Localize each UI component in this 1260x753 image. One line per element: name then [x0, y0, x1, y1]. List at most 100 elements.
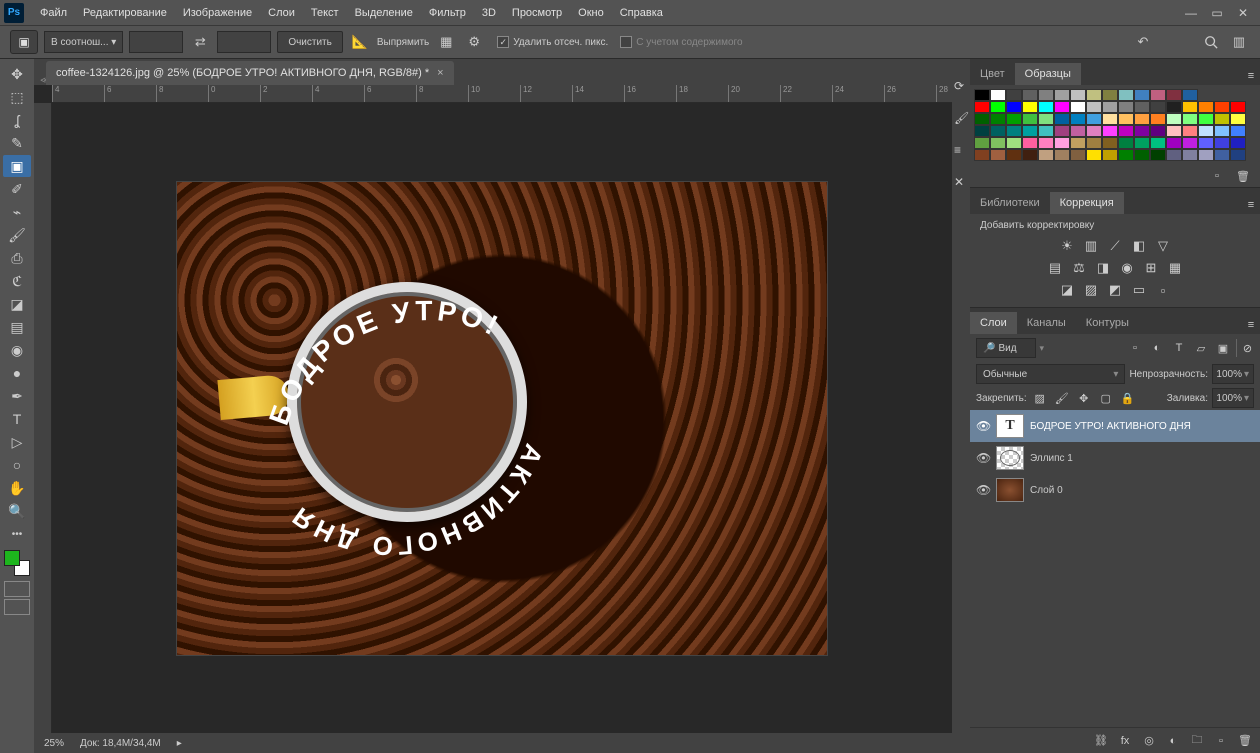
- swatch[interactable]: [1022, 149, 1038, 161]
- swatch[interactable]: [1214, 149, 1230, 161]
- curves-icon[interactable]: ⟋: [1106, 237, 1124, 255]
- straighten-icon[interactable]: 📐: [349, 31, 371, 53]
- lock-transparency-icon[interactable]: ▨: [1031, 389, 1049, 407]
- lock-position-icon[interactable]: ✥: [1075, 389, 1093, 407]
- swatch[interactable]: [1230, 101, 1246, 113]
- swatch[interactable]: [1102, 149, 1118, 161]
- zoom-level[interactable]: 25%: [44, 738, 64, 749]
- eyedropper-tool[interactable]: ✐: [3, 178, 31, 200]
- blend-mode-dropdown[interactable]: Обычные▾: [976, 364, 1125, 384]
- swatch[interactable]: [1006, 137, 1022, 149]
- swatch[interactable]: [1134, 149, 1150, 161]
- swatch[interactable]: [1102, 89, 1118, 101]
- content-aware-checkbox[interactable]: ✓С учетом содержимого: [620, 36, 742, 48]
- menu-item[interactable]: Просмотр: [504, 3, 570, 23]
- swatch[interactable]: [1182, 101, 1198, 113]
- edit-toolbar[interactable]: •••: [3, 523, 31, 545]
- delete-layer-icon[interactable]: 🗑: [1236, 732, 1254, 750]
- swatch[interactable]: [1054, 113, 1070, 125]
- move-tool[interactable]: ✥: [3, 63, 31, 85]
- swatch[interactable]: [1118, 101, 1134, 113]
- swatch[interactable]: [990, 89, 1006, 101]
- lock-all-icon[interactable]: 🔒: [1119, 389, 1137, 407]
- layer-mask-icon[interactable]: ◎: [1140, 732, 1158, 750]
- layer-visibility-icon[interactable]: 👁: [976, 419, 990, 433]
- layer-style-icon[interactable]: fx: [1116, 732, 1134, 750]
- swatch[interactable]: [1230, 113, 1246, 125]
- minimize-button[interactable]: —: [1180, 4, 1202, 22]
- swatch[interactable]: [974, 101, 990, 113]
- swatch[interactable]: [1198, 113, 1214, 125]
- filter-shape-icon[interactable]: ▱: [1192, 339, 1210, 357]
- swatch[interactable]: [1102, 101, 1118, 113]
- color-lookup-icon[interactable]: ▦: [1166, 259, 1184, 277]
- swatch[interactable]: [1134, 89, 1150, 101]
- eraser-tool[interactable]: ◪: [3, 293, 31, 315]
- menu-item[interactable]: Выделение: [347, 3, 421, 23]
- swatch[interactable]: [1214, 101, 1230, 113]
- layer-row[interactable]: 👁Эллипс 1: [970, 442, 1260, 474]
- crop-width-field[interactable]: [129, 31, 183, 53]
- pen-tool[interactable]: ✒: [3, 385, 31, 407]
- brightness-contrast-icon[interactable]: ☀: [1058, 237, 1076, 255]
- swatch[interactable]: [1022, 137, 1038, 149]
- tab-layers[interactable]: Слои: [970, 312, 1017, 334]
- swatch[interactable]: [990, 113, 1006, 125]
- threshold-icon[interactable]: ◩: [1106, 281, 1124, 299]
- swatch[interactable]: [990, 137, 1006, 149]
- swatch[interactable]: [1118, 137, 1134, 149]
- color-balance-icon[interactable]: ⚖: [1070, 259, 1088, 277]
- fill-field[interactable]: 100%▾: [1212, 388, 1254, 408]
- path-select-tool[interactable]: ▷: [3, 431, 31, 453]
- swatch[interactable]: [1118, 113, 1134, 125]
- swatch[interactable]: [1102, 125, 1118, 137]
- tab-channels[interactable]: Каналы: [1017, 312, 1076, 334]
- link-layers-icon[interactable]: ⛓: [1092, 732, 1110, 750]
- tab-corrections[interactable]: Коррекция: [1050, 192, 1124, 214]
- filter-type-icon[interactable]: T: [1170, 339, 1188, 357]
- search-icon[interactable]: [1200, 31, 1222, 53]
- layer-visibility-icon[interactable]: 👁: [976, 483, 990, 497]
- swatch[interactable]: [1214, 137, 1230, 149]
- delete-swatch-icon[interactable]: 🗑: [1234, 167, 1252, 185]
- swatch[interactable]: [1166, 89, 1182, 101]
- swatch[interactable]: [974, 89, 990, 101]
- swatch[interactable]: [1086, 101, 1102, 113]
- swatch[interactable]: [1070, 113, 1086, 125]
- swatch[interactable]: [1182, 89, 1198, 101]
- type-tool[interactable]: T: [3, 408, 31, 430]
- swatch[interactable]: [1118, 125, 1134, 137]
- overlay-grid-icon[interactable]: ▦: [435, 31, 457, 53]
- screen-mode-toggle[interactable]: [4, 599, 30, 615]
- panel-menu-icon[interactable]: ≡: [1242, 316, 1260, 334]
- gradient-tool[interactable]: ▤: [3, 316, 31, 338]
- tab-color[interactable]: Цвет: [970, 63, 1015, 85]
- swatch[interactable]: [1038, 113, 1054, 125]
- swatch[interactable]: [1214, 113, 1230, 125]
- swatch[interactable]: [1150, 137, 1166, 149]
- swatch[interactable]: [1118, 89, 1134, 101]
- filter-adjustment-icon[interactable]: ◐: [1148, 339, 1166, 357]
- swatch[interactable]: [1150, 149, 1166, 161]
- swatch[interactable]: [1134, 137, 1150, 149]
- swatch[interactable]: [1038, 125, 1054, 137]
- swatch[interactable]: [1006, 125, 1022, 137]
- shape-tool[interactable]: ○: [3, 454, 31, 476]
- swatch[interactable]: [1038, 149, 1054, 161]
- brush-tool[interactable]: 🖌: [3, 224, 31, 246]
- menu-item[interactable]: Файл: [32, 3, 75, 23]
- swatch[interactable]: [1150, 101, 1166, 113]
- quick-select-tool[interactable]: ✎: [3, 132, 31, 154]
- lock-artboard-icon[interactable]: ▢: [1097, 389, 1115, 407]
- bw-icon[interactable]: ◨: [1094, 259, 1112, 277]
- exposure-icon[interactable]: ◧: [1130, 237, 1148, 255]
- swatch[interactable]: [1134, 125, 1150, 137]
- menu-item[interactable]: Изображение: [175, 3, 260, 23]
- layer-row[interactable]: 👁Слой 0: [970, 474, 1260, 506]
- new-swatch-icon[interactable]: ▫: [1208, 167, 1226, 185]
- swatch[interactable]: [1230, 125, 1246, 137]
- swatch[interactable]: [1022, 89, 1038, 101]
- swatch[interactable]: [1214, 125, 1230, 137]
- crop-tool-icon[interactable]: ▣: [10, 30, 38, 54]
- invert-icon[interactable]: ◪: [1058, 281, 1076, 299]
